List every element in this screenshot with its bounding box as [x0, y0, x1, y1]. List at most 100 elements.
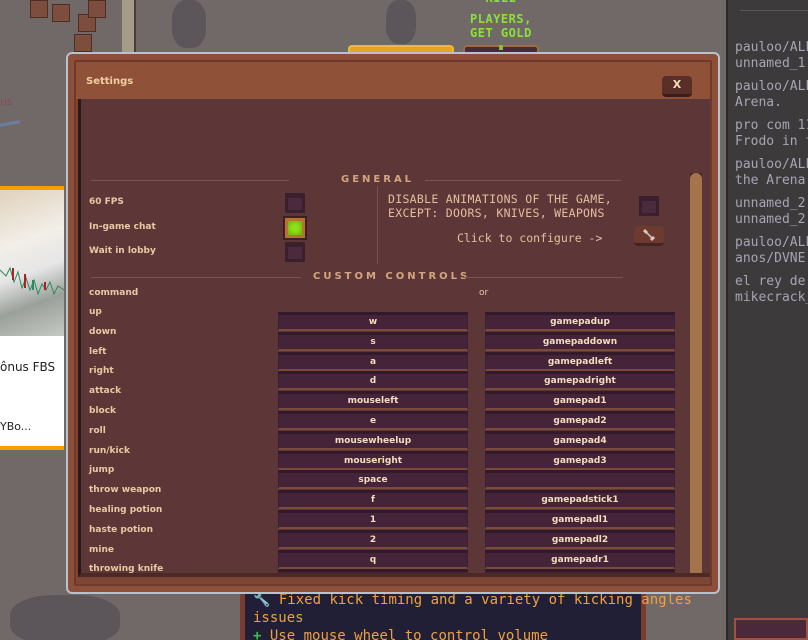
- ad-subtitle[interactable]: YBo...: [0, 420, 31, 433]
- alt-binding-button[interactable]: gamepadleft: [485, 351, 675, 371]
- key-binding-button[interactable]: w: [278, 312, 468, 331]
- news-text: Fixed kick timing and a variety of kicki…: [278, 592, 692, 608]
- alt-binding-button[interactable]: gamepadright: [485, 371, 675, 391]
- banner-line: KILL: [470, 0, 532, 4]
- command-label: healing potion: [89, 505, 163, 515]
- section-rule: [425, 180, 621, 181]
- option-60fps-label: 60 FPS: [89, 197, 124, 207]
- option-ingame-chat-label: In-game chat: [89, 222, 156, 232]
- key-binding-button[interactable]: space: [278, 470, 468, 490]
- alt-binding-button[interactable]: [485, 470, 675, 490]
- command-label: throwing knife: [89, 564, 164, 575]
- command-label: block: [89, 406, 117, 416]
- advertisement[interactable]: ônus FBS YBo...: [0, 186, 64, 450]
- chat-message: pauloo/ALP anos/DVNE: [735, 235, 808, 267]
- modal-header: Settings X: [76, 62, 710, 99]
- alt-binding-button[interactable]: gamepadr2: [485, 569, 675, 573]
- chat-message-line: pro com 11: [735, 118, 808, 133]
- command-label: haste potion: [89, 524, 153, 535]
- alt-binding-button[interactable]: gamepadup: [485, 312, 675, 331]
- crate: [30, 0, 48, 18]
- chat-message: el rey de tmikecrack_: [735, 274, 808, 306]
- settings-modal: Settings X GENERAL 60 FPS In-game chat W…: [66, 52, 720, 594]
- key-binding-button[interactable]: mouseleft: [278, 391, 468, 411]
- section-rule: [91, 180, 289, 181]
- chat-message-line: mikecrack_: [735, 290, 808, 305]
- news-text: Use mouse wheel to control volume: [269, 628, 549, 640]
- ad-title[interactable]: ônus FBS: [0, 360, 55, 374]
- chat-message-line: anos/DVNE: [735, 251, 806, 266]
- chat-panel: pauloo/ALP unnamed_1 pauloo/ALP Arena. pro c…: [726, 0, 808, 640]
- alt-binding-button[interactable]: gamepad4: [485, 430, 675, 450]
- command-label: attack: [89, 386, 122, 397]
- objective-banner: KILL PLAYERS, GET GOLD: [470, 0, 532, 40]
- chat-message-line: unnamed_2: [735, 212, 806, 227]
- command-label: left: [89, 346, 107, 357]
- alt-binding-button[interactable]: gamepadstick1: [485, 490, 675, 510]
- key-binding-button[interactable]: a: [278, 351, 468, 371]
- vertical-separator: [377, 186, 378, 264]
- configure-label: Click to configure ->: [457, 231, 603, 245]
- configure-button[interactable]: [634, 226, 664, 246]
- disable-animations-line: EXCEPT: DOORS, KNIVES, WEAPONS: [388, 206, 605, 220]
- key-binding-button[interactable]: q: [278, 549, 468, 569]
- or-column-header: or: [479, 288, 489, 298]
- option-wait-lobby-checkbox[interactable]: [285, 242, 305, 262]
- key-binding-button[interactable]: mousewheelup: [278, 430, 468, 450]
- crate: [74, 34, 92, 52]
- key-binding-button[interactable]: 1: [278, 510, 468, 529]
- alt-binding-button[interactable]: gamepad3: [485, 450, 675, 470]
- alt-binding-button[interactable]: gamepadl1: [485, 510, 675, 529]
- chat-message: unnamed_2 unnamed_2: [735, 196, 808, 228]
- ad-image: [0, 190, 64, 336]
- disable-animations-checkbox[interactable]: [639, 196, 659, 216]
- chat-divider: [740, 10, 808, 11]
- chat-message-line: unnamed_1: [735, 56, 806, 71]
- key-binding-button[interactable]: x: [278, 569, 468, 573]
- chat-input-button[interactable]: [734, 618, 808, 640]
- command-label: roll: [89, 425, 106, 436]
- key-binding-button[interactable]: s: [278, 331, 468, 351]
- crate: [52, 4, 70, 22]
- option-60fps-checkbox[interactable]: [285, 193, 305, 213]
- alt-binding-button[interactable]: gamepadr1: [485, 549, 675, 569]
- chat-message-line: unnamed_2: [735, 196, 806, 211]
- news-item: 🔧 Fixed kick timing and a variety of kic…: [253, 592, 692, 608]
- key-binding-button[interactable]: f: [278, 490, 468, 510]
- disable-animations-line: DISABLE ANIMATIONS OF THE GAME,: [388, 192, 612, 206]
- world-arrow: [0, 120, 21, 127]
- command-label: down: [89, 326, 117, 337]
- wrench-icon: [642, 228, 656, 241]
- chat-message-line: pauloo/ALP: [735, 157, 808, 172]
- ad-chart-graphic: [0, 266, 64, 296]
- key-binding-button[interactable]: d: [278, 371, 468, 391]
- key-binding-button[interactable]: mouseright: [278, 450, 468, 470]
- chat-message-line: pauloo/ALP: [735, 79, 808, 94]
- command-label: up: [89, 307, 102, 317]
- general-heading: GENERAL: [341, 174, 415, 185]
- settings-body: GENERAL 60 FPS In-game chat Wait in lobb…: [78, 99, 710, 577]
- banner-line: PLAYERS,: [470, 12, 532, 26]
- chat-message-line: pauloo/ALP: [735, 40, 808, 55]
- rock: [172, 0, 206, 48]
- rock: [10, 595, 120, 640]
- alt-binding-button[interactable]: gamepaddown: [485, 331, 675, 351]
- scrollbar-thumb[interactable]: [690, 173, 702, 573]
- close-button[interactable]: X: [662, 76, 692, 97]
- key-binding-button[interactable]: e: [278, 411, 468, 430]
- command-column-header: command: [89, 288, 139, 298]
- modal-title: Settings: [86, 76, 134, 87]
- news-panel: 🔧 Fixed kick timing and a variety of kic…: [240, 590, 692, 640]
- banner-line: GET GOLD: [470, 26, 532, 40]
- key-binding-button[interactable]: 2: [278, 529, 468, 549]
- alt-binding-button[interactable]: gamepad2: [485, 411, 675, 430]
- command-label: jump: [89, 465, 115, 476]
- status-pip: [499, 45, 503, 50]
- chat-message-line: pauloo/ALP: [735, 235, 808, 250]
- plus-icon: +: [253, 628, 262, 640]
- alt-binding-button[interactable]: gamepadl2: [485, 529, 675, 549]
- chat-message: pauloo/ALP Arena.: [735, 79, 808, 111]
- option-ingame-chat-checkbox[interactable]: [283, 216, 307, 240]
- chat-message-line: el rey de t: [735, 274, 808, 289]
- alt-binding-button[interactable]: gamepad1: [485, 391, 675, 411]
